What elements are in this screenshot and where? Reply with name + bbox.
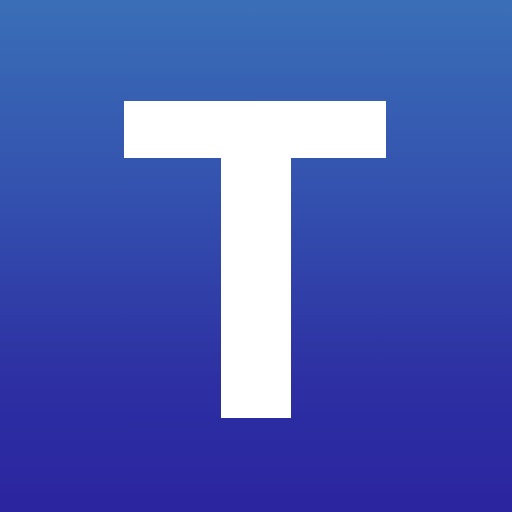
letter-t-logo-icon [124,101,386,418]
t-stem [221,101,291,418]
app-icon: T [0,0,512,512]
